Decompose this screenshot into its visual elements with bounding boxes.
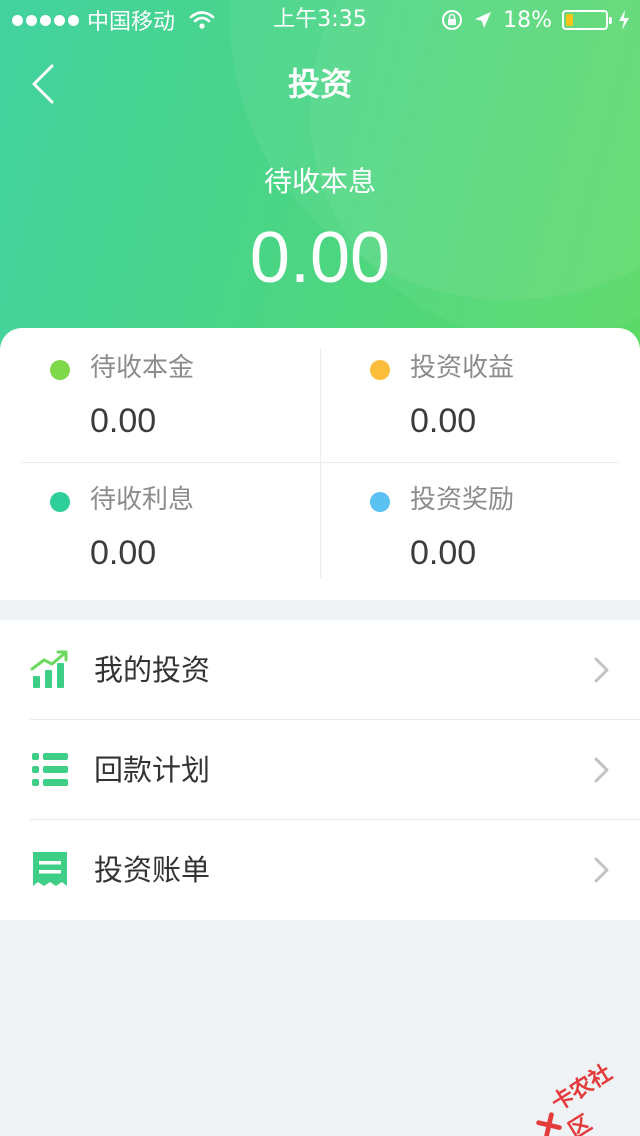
battery-percent: 18%	[503, 7, 552, 33]
chevron-right-icon	[594, 757, 609, 783]
menu-list: 我的投资 回款计划 投资账单	[0, 620, 640, 920]
page-title: 投资	[287, 65, 352, 103]
stat-label: 待收本金	[90, 353, 195, 383]
chevron-right-icon	[594, 857, 609, 883]
status-dot	[50, 492, 70, 512]
status-right: 18%	[441, 6, 630, 34]
battery-level	[566, 14, 573, 26]
stat-value: 0.00	[90, 402, 157, 440]
menu-item-my-investments[interactable]: 我的投资	[0, 620, 640, 720]
stat-value: 0.00	[90, 534, 157, 572]
charging-icon	[619, 10, 629, 30]
stat-pending-principal: 待收本金 0.00	[50, 328, 330, 448]
watermark: 卡农社区	[523, 1046, 640, 1136]
summary-label: 待收本息	[263, 165, 376, 198]
stat-value: 0.00	[410, 402, 477, 440]
stat-investment-reward: 投资奖励 0.00	[370, 460, 640, 580]
menu-item-label: 回款计划	[94, 753, 211, 787]
menu-item-repayment-plan[interactable]: 回款计划	[0, 720, 640, 820]
stat-value: 0.00	[410, 534, 477, 572]
status-dot	[370, 492, 390, 512]
status-dot	[50, 360, 70, 380]
menu-item-investment-bill[interactable]: 投资账单	[0, 820, 640, 920]
summary-value: 0.00	[249, 218, 391, 298]
location-icon	[475, 12, 492, 28]
header-banner: 中国移动 上午3:35 18% 投资 待收本息 0.00	[0, 0, 640, 360]
list-icon	[32, 753, 68, 786]
battery-icon	[562, 10, 612, 30]
nav-bar: 投资	[0, 40, 640, 128]
receipt-icon	[33, 852, 67, 886]
menu-item-label: 我的投资	[94, 653, 211, 687]
status-dot	[370, 360, 390, 380]
stat-investment-income: 投资收益 0.00	[370, 328, 640, 448]
status-bar: 中国移动 上午3:35 18%	[0, 0, 640, 40]
chart-icon	[30, 650, 68, 688]
chevron-right-icon	[594, 657, 609, 683]
stats-card: 待收本金 0.00 投资收益 0.00 待收利息 0.00 投资奖励 0.00	[0, 328, 640, 600]
stat-label: 待收利息	[90, 485, 195, 515]
stat-label: 投资奖励	[410, 485, 515, 515]
stat-pending-interest: 待收利息 0.00	[50, 460, 330, 580]
orientation-lock-icon	[442, 10, 463, 30]
stat-label: 投资收益	[410, 353, 515, 383]
menu-item-label: 投资账单	[94, 853, 211, 887]
